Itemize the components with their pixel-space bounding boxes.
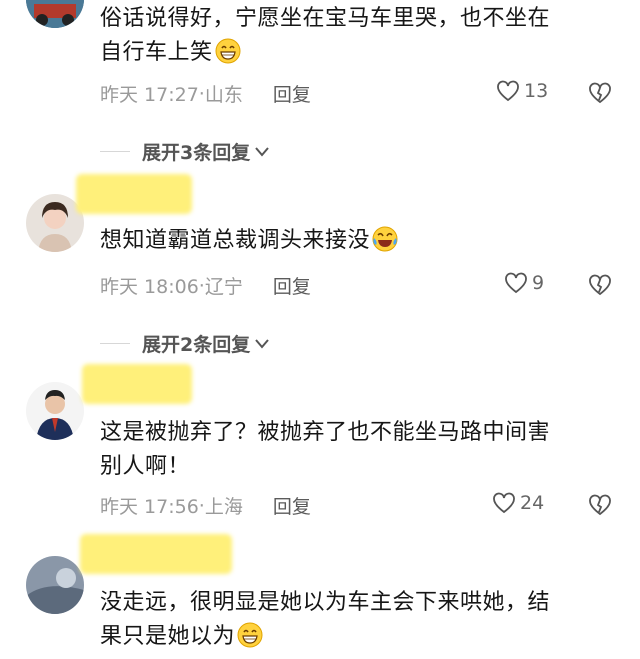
grin-emoji-icon bbox=[215, 38, 241, 64]
heart-icon bbox=[493, 492, 515, 514]
location: 上海 bbox=[204, 496, 243, 518]
grin-emoji-icon bbox=[237, 622, 263, 648]
location: 辽宁 bbox=[204, 276, 243, 298]
avatar[interactable] bbox=[26, 556, 84, 614]
expand-replies-button[interactable]: 展开2条回复 bbox=[100, 330, 270, 357]
location: 山东 bbox=[204, 84, 243, 106]
timestamp: 昨天 18:06 bbox=[100, 276, 199, 298]
expand-label: 展开2条回复 bbox=[142, 334, 251, 356]
broken-heart-icon[interactable] bbox=[588, 82, 612, 104]
like-button[interactable]: 9 bbox=[504, 272, 544, 294]
timestamp: 昨天 17:27 bbox=[100, 84, 199, 106]
comment-text: 想知道霸道总裁调头来接没 bbox=[100, 224, 620, 258]
avatar[interactable] bbox=[26, 0, 84, 28]
heart-icon bbox=[505, 272, 527, 294]
username[interactable] bbox=[76, 174, 192, 214]
like-button[interactable]: 13 bbox=[496, 80, 548, 102]
heart-icon bbox=[497, 80, 519, 102]
comment-meta: 昨天 18:06 · 辽宁 回复 bbox=[100, 272, 311, 299]
laugh-tears-emoji-icon bbox=[372, 226, 398, 252]
timestamp: 昨天 17:56 bbox=[100, 496, 199, 518]
reply-button[interactable]: 回复 bbox=[273, 492, 311, 519]
broken-heart-icon[interactable] bbox=[588, 494, 612, 516]
comment-meta: 昨天 17:27 · 山东 回复 bbox=[100, 80, 311, 107]
reply-button[interactable]: 回复 bbox=[273, 272, 311, 299]
divider bbox=[100, 151, 130, 152]
avatar[interactable] bbox=[26, 382, 84, 440]
divider bbox=[100, 343, 130, 344]
broken-heart-icon[interactable] bbox=[588, 274, 612, 296]
comment-text: 这是被抛弃了？被抛弃了也不能坐马路中间害 别人啊！ bbox=[100, 420, 551, 479]
expand-replies-button[interactable]: 展开3条回复 bbox=[100, 138, 270, 165]
comment-text: 没走远，很明显是她以为车主会下来哄她，结 果只是她以为 bbox=[100, 590, 551, 649]
like-count: 13 bbox=[524, 80, 549, 102]
like-count: 9 bbox=[532, 272, 545, 294]
chevron-down-icon bbox=[255, 146, 269, 157]
expand-label: 展开3条回复 bbox=[142, 142, 251, 164]
chevron-down-icon bbox=[255, 338, 269, 349]
like-button[interactable]: 24 bbox=[492, 492, 544, 514]
comment-text: 俗话说得好，宁愿坐在宝马车里哭，也不坐在 自行车上笑 bbox=[100, 6, 551, 65]
username[interactable] bbox=[80, 534, 232, 574]
like-count: 24 bbox=[520, 492, 545, 514]
username[interactable] bbox=[82, 364, 192, 404]
comment-meta: 昨天 17:56 · 上海 回复 bbox=[100, 492, 311, 519]
reply-button[interactable]: 回复 bbox=[273, 80, 311, 107]
